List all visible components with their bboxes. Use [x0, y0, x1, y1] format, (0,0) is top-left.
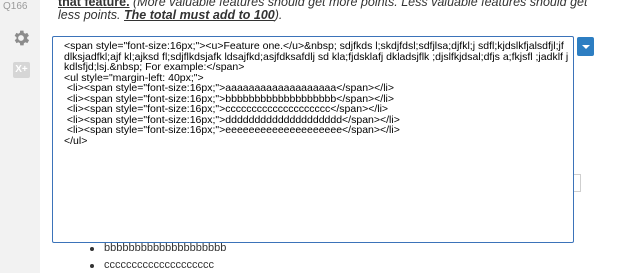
question-emphasis: The total must add to 100 [124, 8, 275, 22]
piping-icon[interactable]: X+ [13, 62, 30, 78]
preview-list: bbbbbbbbbbbbbbbbbbbb ccccccccccccccccccc… [88, 240, 226, 274]
question-tools-rail: Q166 X+ [0, 0, 40, 273]
question-suffix: ). [274, 8, 283, 22]
question-text: that feature. (More valuable features sh… [58, 0, 606, 22]
list-item: bbbbbbbbbbbbbbbbbbbb [88, 240, 226, 257]
question-number: Q166 [3, 1, 28, 12]
underlying-input-edge [574, 174, 581, 192]
html-source-editor[interactable]: <span style="font-size:16px;"><u>Feature… [52, 36, 574, 243]
editor-source-text[interactable]: <span style="font-size:16px;"><u>Feature… [64, 41, 569, 146]
list-item: cccccccccccccccccccc [88, 257, 226, 274]
gear-icon[interactable] [11, 28, 31, 48]
chevron-down-icon[interactable] [577, 37, 594, 56]
